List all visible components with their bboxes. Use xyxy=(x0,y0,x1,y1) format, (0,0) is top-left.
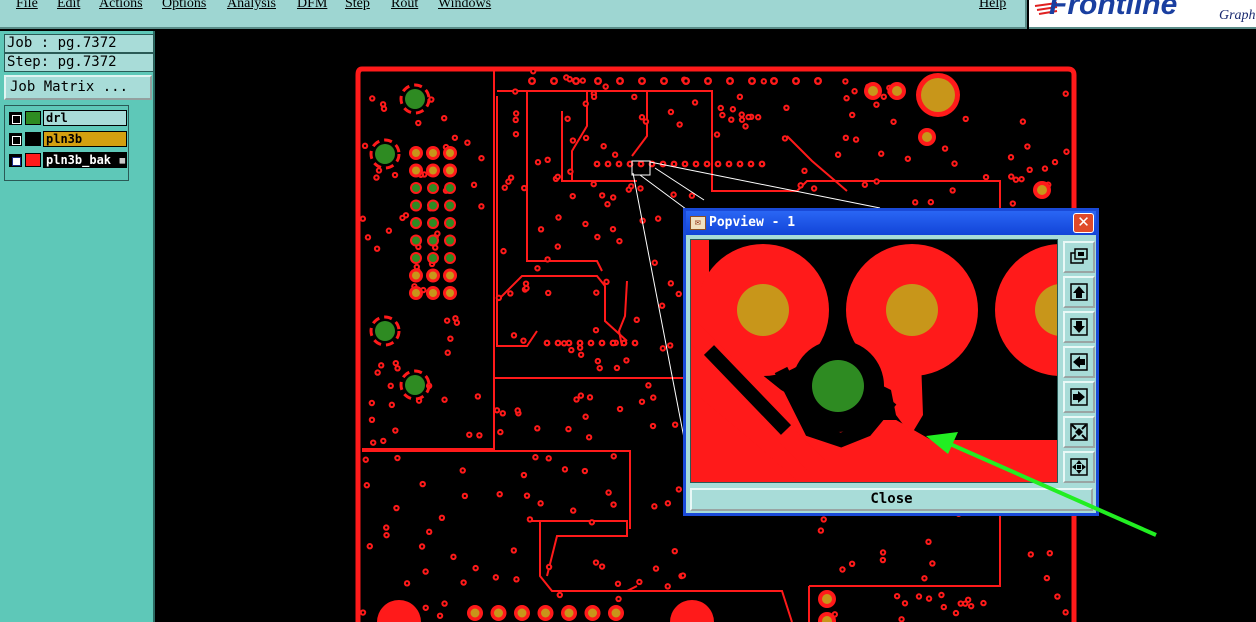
brand-logo: Frontline Graph xyxy=(1029,0,1256,29)
zoom-out-button[interactable] xyxy=(1063,451,1095,483)
menu-dfm[interactable]: DFM xyxy=(297,0,327,13)
zoom-fit-button[interactable] xyxy=(1063,241,1095,273)
pan-right-button[interactable] xyxy=(1063,381,1095,413)
layer-name[interactable]: pln3b xyxy=(43,131,127,147)
zoom-fit-icon xyxy=(1070,248,1088,264)
menu-windows[interactable]: Windows xyxy=(438,0,491,13)
menu-edit[interactable]: Edit xyxy=(57,0,80,13)
layer-row-pln3b[interactable]: pln3b xyxy=(7,130,127,148)
layer-color-swatch xyxy=(25,111,41,125)
layer-color-swatch xyxy=(25,153,41,167)
menu-analysis[interactable]: Analysis xyxy=(227,0,276,13)
pan-up-icon xyxy=(1070,283,1088,301)
pan-down-icon xyxy=(1070,318,1088,336)
step-label: Step: pg.7372 xyxy=(4,53,154,72)
logo-text: Frontline xyxy=(1049,0,1178,21)
layer-row-pln3b-bak[interactable]: pln3b_bak ▦ xyxy=(7,151,127,169)
close-button[interactable]: Close xyxy=(690,488,1093,511)
menu-rout[interactable]: Rout xyxy=(391,0,418,13)
pan-up-button[interactable] xyxy=(1063,276,1095,308)
layer-name[interactable]: pln3b_bak ▦ xyxy=(43,152,127,168)
layer-checkbox[interactable] xyxy=(9,154,22,167)
layer-checkbox[interactable] xyxy=(9,112,22,125)
zoom-out-icon xyxy=(1070,458,1088,476)
bottom-pad-row xyxy=(467,605,624,621)
logo-subtitle: Graph xyxy=(1219,8,1256,23)
layer-list: drl pln3b pln3b_bak ▦ xyxy=(4,105,129,181)
menu-options[interactable]: Options xyxy=(162,0,206,13)
board-outline xyxy=(355,66,363,622)
pan-down-button[interactable] xyxy=(1063,311,1095,343)
menu-file[interactable]: File xyxy=(16,0,38,13)
close-x-icon[interactable]: ✕ xyxy=(1073,213,1094,233)
window-app-icon: ✉ xyxy=(690,216,706,230)
zoom-in-button[interactable] xyxy=(1063,416,1095,448)
layer-name-text: pln3b_bak xyxy=(46,153,112,167)
job-matrix-button[interactable]: Job Matrix ... xyxy=(4,75,152,100)
popview-toolbar xyxy=(1061,239,1097,485)
menu-actions[interactable]: Actions xyxy=(99,0,143,13)
connector-pads xyxy=(409,146,457,300)
menu-step[interactable]: Step xyxy=(345,0,370,13)
layer-color-swatch xyxy=(25,132,41,146)
popview-titlebar[interactable]: ✉ Popview - 1 ✕ xyxy=(686,211,1096,235)
layer-affected-icon: ▦ xyxy=(119,156,125,166)
layer-name[interactable]: drl xyxy=(43,110,127,126)
pan-right-icon xyxy=(1070,388,1088,406)
popview-title: Popview - 1 xyxy=(709,215,796,230)
pan-left-icon xyxy=(1070,353,1088,371)
layer-checkbox[interactable] xyxy=(9,133,22,146)
job-label: Job : pg.7372 xyxy=(4,34,154,53)
menu-help[interactable]: Help xyxy=(979,0,1006,13)
left-panel: Job : pg.7372 Step: pg.7372 Job Matrix .… xyxy=(0,31,155,622)
popview-zoomed-view[interactable] xyxy=(690,239,1058,483)
layer-row-drl[interactable]: drl xyxy=(7,109,127,127)
popview-window[interactable]: ✉ Popview - 1 ✕ Close xyxy=(683,208,1099,516)
pan-left-button[interactable] xyxy=(1063,346,1095,378)
zoom-in-icon xyxy=(1070,423,1088,441)
menu-bar: File Edit Actions Options Analysis DFM S… xyxy=(0,0,1027,29)
